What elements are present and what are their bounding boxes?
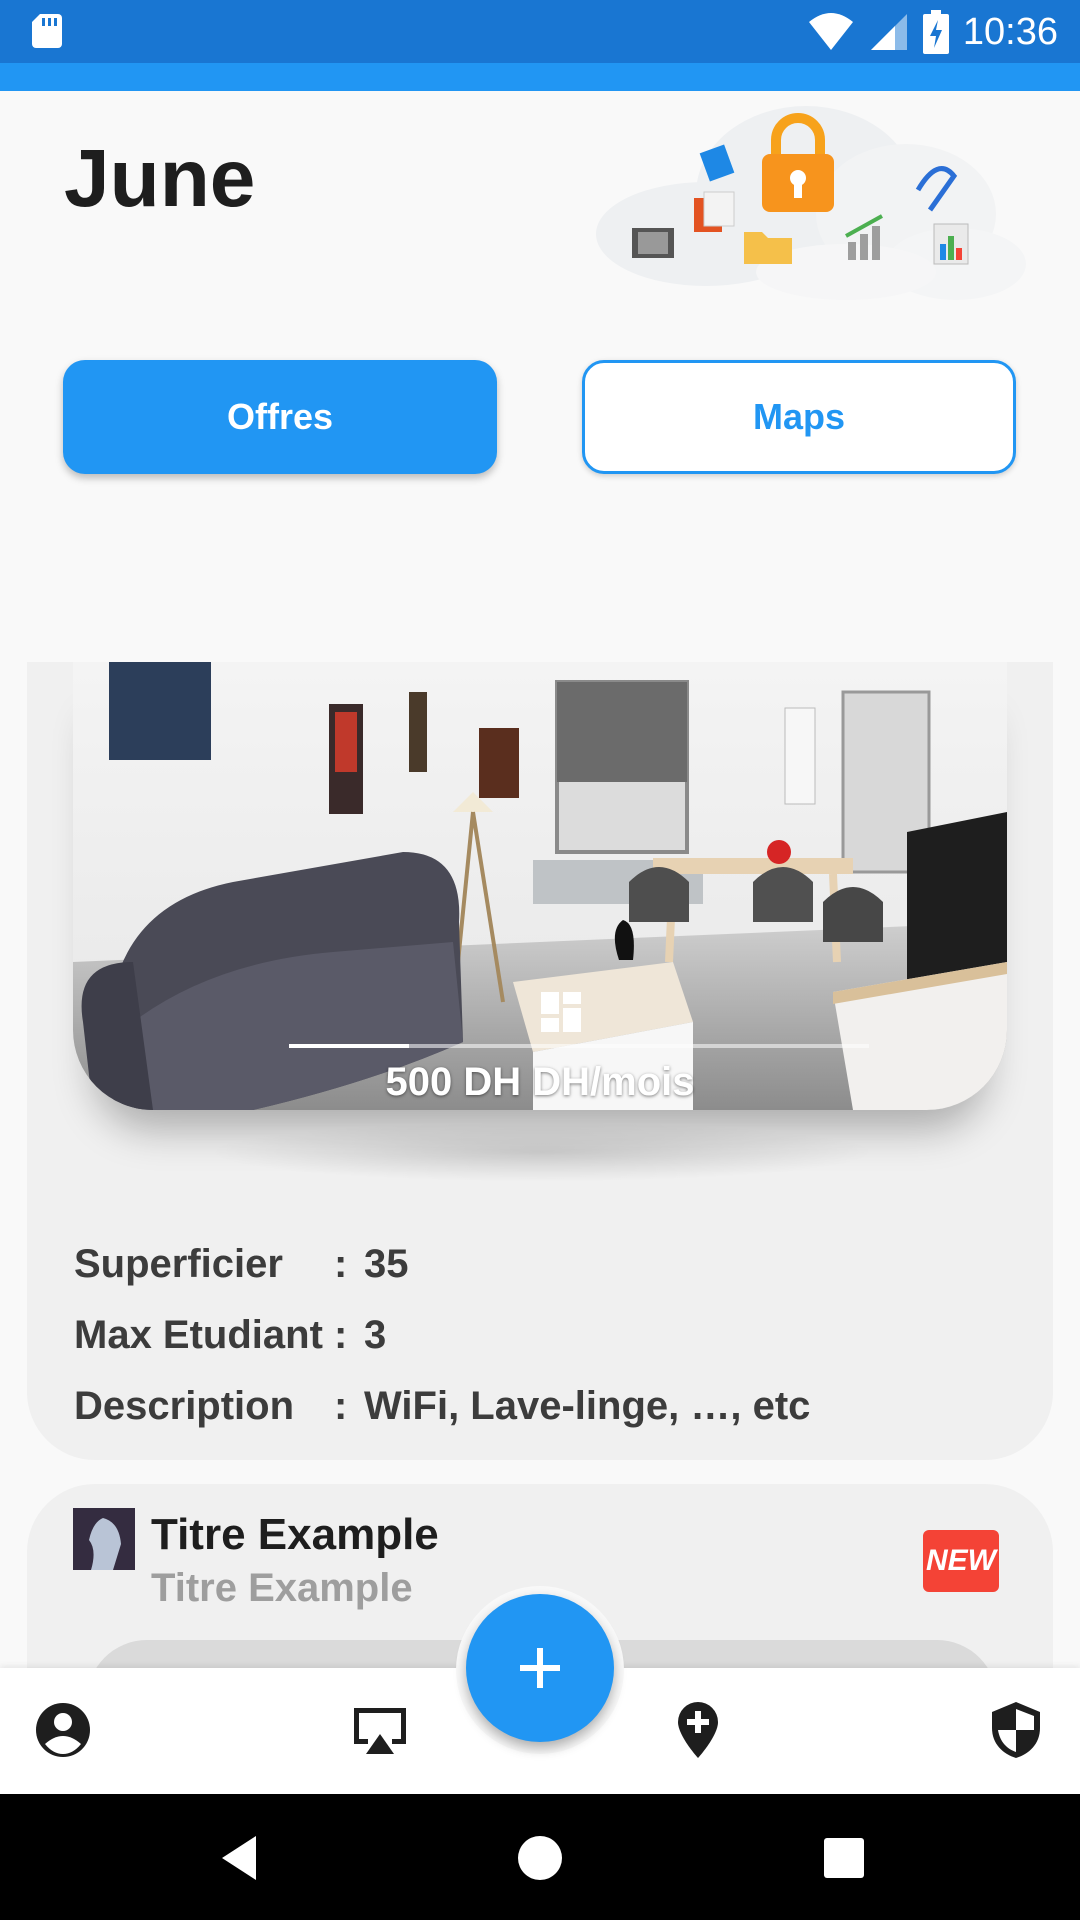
- cloud-storage-lock-icon: [596, 106, 1026, 300]
- listing-subtitle: Titre Example: [151, 1566, 413, 1610]
- account-icon[interactable]: [33, 1700, 93, 1760]
- info-row-superficie: Superficier:35: [74, 1242, 409, 1287]
- info-value: WiFi, Lave-linge, …, etc: [364, 1384, 811, 1428]
- info-row-max-etudiant: Max Etudiant:3: [74, 1313, 386, 1358]
- offres-button[interactable]: Offres: [63, 360, 497, 474]
- info-value: 3: [364, 1313, 387, 1357]
- gallery-icon[interactable]: [541, 992, 581, 1032]
- cast-icon[interactable]: [350, 1700, 410, 1760]
- battery-charging-icon: [922, 10, 949, 54]
- info-separator: :: [334, 1313, 348, 1357]
- clock: 10:36: [962, 10, 1058, 53]
- info-label: Max Etudiant: [74, 1313, 323, 1357]
- maps-button[interactable]: Maps: [582, 360, 1016, 474]
- add-location-icon[interactable]: [668, 1700, 728, 1760]
- listing-title: Titre Example: [151, 1510, 439, 1559]
- photo-shadow: [207, 1122, 877, 1182]
- info-separator: :: [334, 1384, 348, 1428]
- signal-icon: [870, 14, 907, 50]
- info-separator: :: [334, 1242, 348, 1286]
- carousel-indicator: [289, 1044, 869, 1048]
- shield-icon[interactable]: [986, 1700, 1046, 1760]
- home-icon[interactable]: [510, 1828, 570, 1888]
- info-value: 35: [364, 1242, 409, 1286]
- system-navigation-bar: [0, 1794, 1080, 1920]
- page-title: June: [64, 133, 256, 224]
- listing-photo[interactable]: 500 DH DH/mois: [73, 662, 1007, 1110]
- app-bar: [0, 63, 1080, 91]
- listing-thumbnail: [73, 1508, 135, 1570]
- listing-card[interactable]: 500 DH DH/mois Superficier:35 Max Etudia…: [27, 662, 1053, 1460]
- info-label: Description: [74, 1384, 295, 1428]
- status-bar: 10:36: [0, 0, 1080, 63]
- info-row-description: Description: WiFi, Lave-linge, …, etc: [74, 1384, 810, 1429]
- new-badge: NEW: [923, 1530, 999, 1592]
- room-photo-image: [73, 662, 1007, 1110]
- price-label: 500 DH DH/mois: [385, 1060, 695, 1104]
- info-label: Superficier: [74, 1242, 283, 1286]
- sd-card-icon: [32, 14, 62, 48]
- add-icon: [520, 1648, 560, 1688]
- recents-icon[interactable]: [814, 1828, 874, 1888]
- back-icon[interactable]: [212, 1828, 272, 1888]
- wifi-icon: [808, 13, 853, 50]
- add-button[interactable]: [466, 1594, 614, 1742]
